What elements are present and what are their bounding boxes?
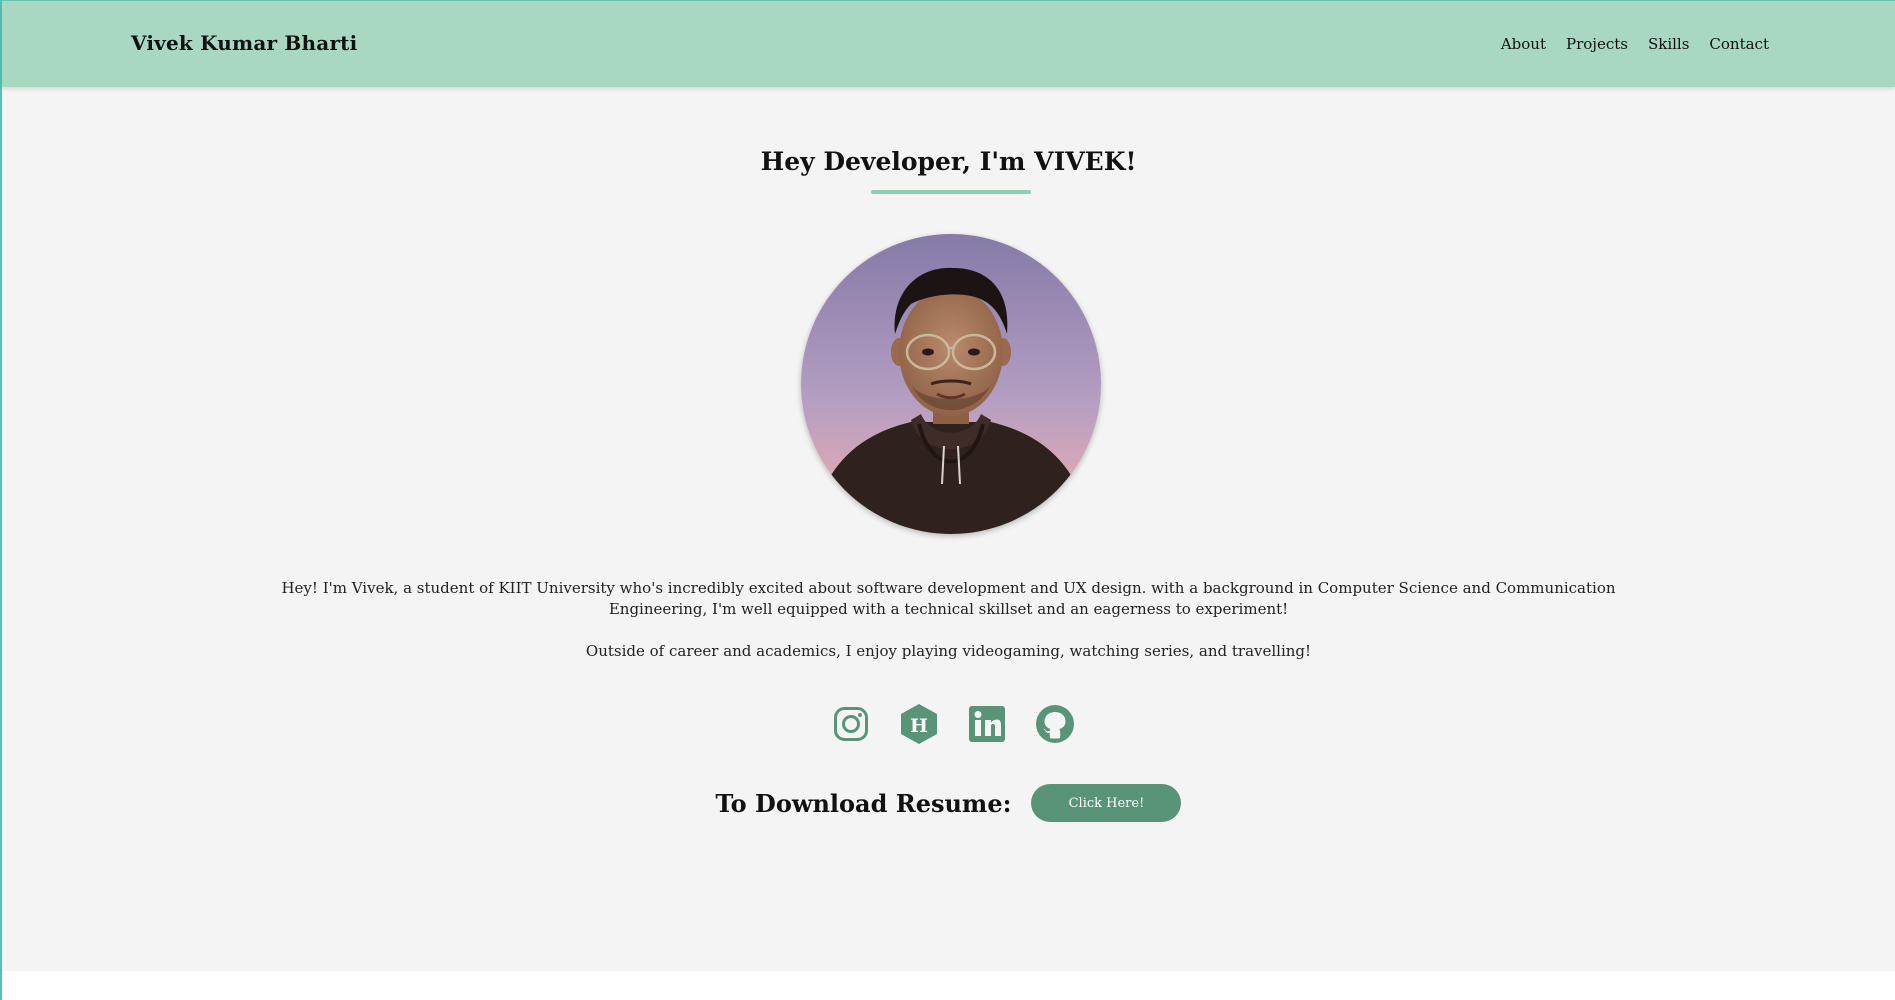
profile-photo (801, 234, 1101, 534)
download-resume-button[interactable]: Click Here! (1031, 784, 1182, 822)
brand-name[interactable]: Vivek Kumar Bharti (131, 31, 357, 55)
hobbies-paragraph: Outside of career and academics, I enjoy… (585, 642, 1312, 660)
linkedin-icon[interactable] (966, 703, 1008, 745)
svg-text:H: H (910, 715, 928, 737)
resume-label: To Download Resume: (715, 788, 1012, 818)
resume-download-row: To Download Resume: Click Here! (2, 784, 1895, 822)
instagram-icon[interactable] (830, 703, 872, 745)
bio-paragraph: Hey! I'm Vivek, a student of KIIT Univer… (281, 579, 1616, 618)
about-section: Hey Developer, I'm VIVEK! Hey! I'm Vivek… (2, 87, 1895, 971)
social-links: H (830, 703, 1076, 745)
nav-projects[interactable]: Projects (1566, 35, 1628, 53)
main-nav: About Projects Skills Contact (1501, 35, 1769, 53)
nav-skills[interactable]: Skills (1648, 35, 1689, 53)
title-underline (871, 190, 1031, 194)
nav-about[interactable]: About (1501, 35, 1546, 53)
hashnode-icon[interactable]: H (898, 703, 940, 745)
page: Vivek Kumar Bharti About Projects Skills… (0, 0, 1895, 1000)
hero-title: Hey Developer, I'm VIVEK! (760, 147, 1137, 176)
profile-photo-illustration (801, 234, 1101, 534)
github-icon[interactable] (1034, 703, 1076, 745)
nav-contact[interactable]: Contact (1709, 35, 1769, 53)
site-header: Vivek Kumar Bharti About Projects Skills… (2, 0, 1895, 87)
